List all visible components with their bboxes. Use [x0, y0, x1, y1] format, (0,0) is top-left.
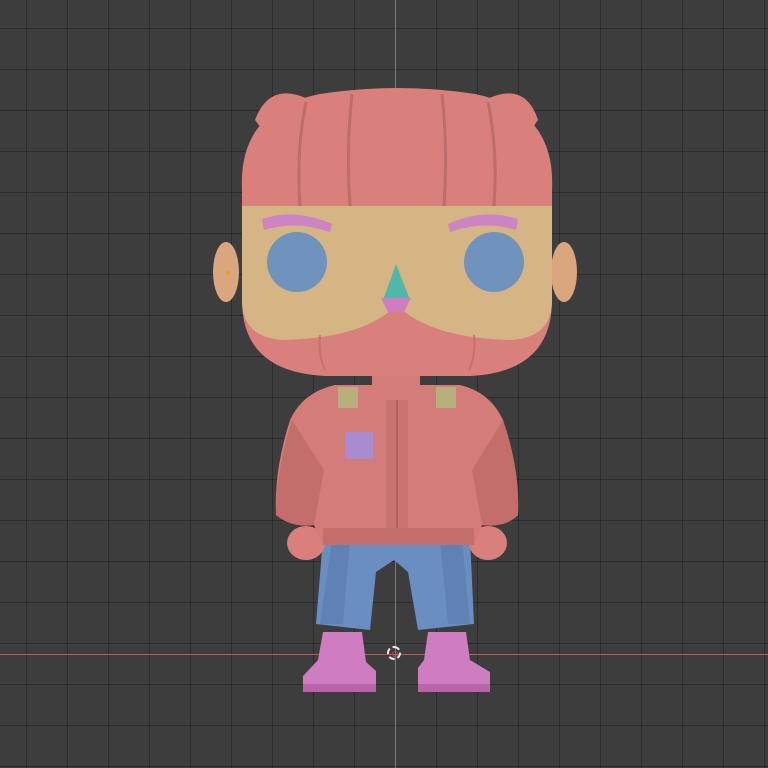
jacket — [275, 375, 519, 545]
boots — [303, 632, 490, 692]
3d-viewport[interactable] — [0, 0, 768, 768]
3d-cursor-icon[interactable] — [387, 646, 401, 660]
character-model[interactable] — [0, 0, 768, 768]
head — [213, 88, 577, 376]
pocket — [345, 432, 373, 459]
